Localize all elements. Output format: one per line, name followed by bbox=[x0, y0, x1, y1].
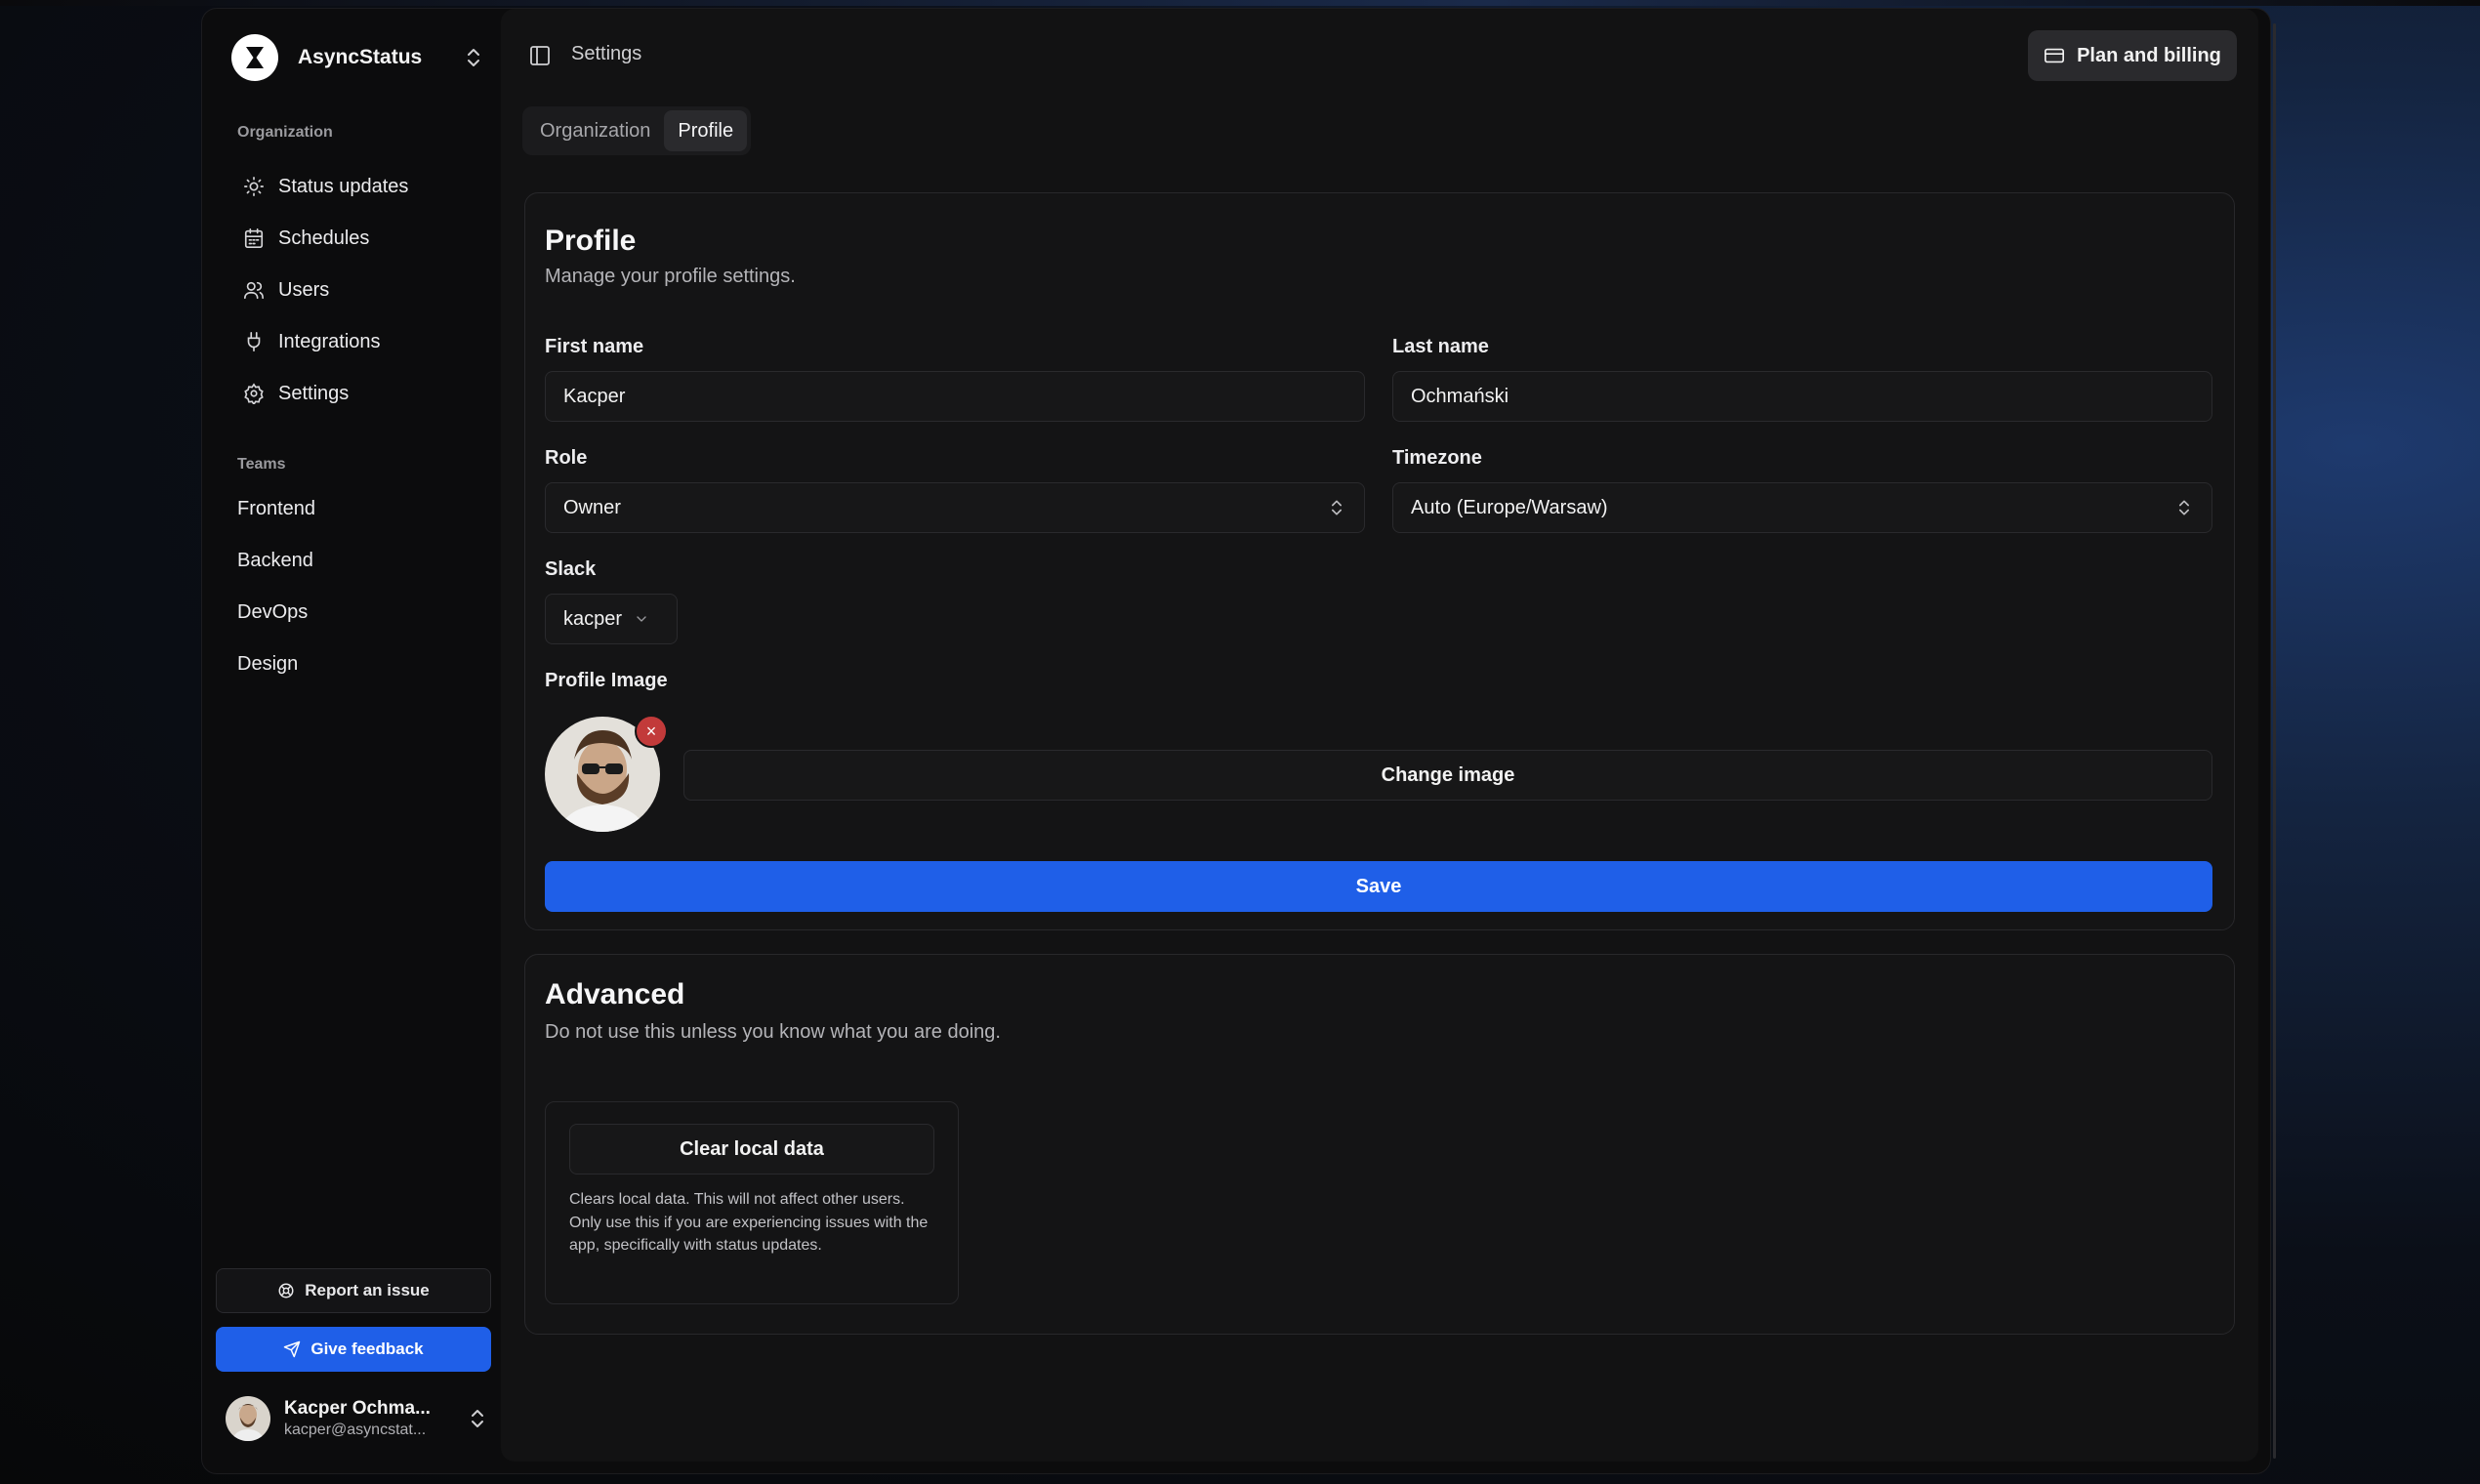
sidebar-item-label: Users bbox=[278, 278, 330, 301]
teams-heading: Teams bbox=[237, 456, 286, 473]
organization-heading: Organization bbox=[237, 124, 333, 141]
user-name: Kacper Ochma... bbox=[284, 1398, 431, 1419]
profile-card: Profile Manage your profile settings. Fi… bbox=[524, 192, 2235, 930]
user-email: kacper@asyncstat... bbox=[284, 1422, 427, 1438]
give-feedback-label: Give feedback bbox=[310, 1340, 424, 1358]
chevrons-up-down-icon bbox=[1332, 500, 1342, 515]
settings-tabs: Organization Profile bbox=[522, 106, 752, 155]
gear-icon bbox=[244, 383, 264, 404]
timezone-label: Timezone bbox=[1392, 447, 1482, 469]
change-image-button[interactable]: Change image bbox=[683, 750, 2212, 801]
sun-icon bbox=[244, 177, 264, 196]
chevrons-up-down-icon bbox=[468, 49, 479, 66]
hourglass-logo-icon bbox=[246, 47, 264, 68]
timezone-value: Auto (Europe/Warsaw) bbox=[1411, 496, 1608, 518]
org-switcher[interactable]: AsyncStatus bbox=[231, 32, 485, 83]
top-gradient-line bbox=[0, 0, 2480, 6]
sidebar-team-devops[interactable]: DevOps bbox=[237, 593, 308, 632]
plan-and-billing-button[interactable]: Plan and billing bbox=[2028, 30, 2237, 81]
profile-image-label: Profile Image bbox=[545, 670, 668, 691]
page-title: Settings bbox=[571, 43, 642, 64]
give-feedback-button[interactable]: Give feedback bbox=[216, 1327, 491, 1372]
plan-and-billing-label: Plan and billing bbox=[2077, 44, 2221, 66]
plug-icon bbox=[247, 332, 261, 351]
credit-card-icon bbox=[2045, 48, 2065, 63]
clear-local-data-description: Clears local data. This will not affect … bbox=[569, 1191, 929, 1254]
report-issue-button[interactable]: Report an issue bbox=[216, 1268, 491, 1313]
app-window: AsyncStatus Organization Status updates … bbox=[201, 8, 2271, 1474]
main-panel: Settings Plan and billing Organization P… bbox=[501, 9, 2258, 1462]
chevrons-up-down-icon bbox=[472, 1410, 483, 1427]
advanced-title: Advanced bbox=[545, 978, 685, 1010]
help-circle-icon bbox=[278, 1283, 294, 1298]
last-name-label: Last name bbox=[1392, 336, 1489, 357]
sidebar-item-settings[interactable]: Settings bbox=[231, 372, 487, 415]
sidebar-toggle-icon[interactable] bbox=[528, 44, 552, 67]
first-name-label: First name bbox=[545, 336, 644, 357]
role-label: Role bbox=[545, 447, 588, 469]
clear-local-data-button[interactable]: Clear local data bbox=[569, 1124, 934, 1175]
last-name-field[interactable]: Ochmański bbox=[1392, 371, 2212, 422]
sidebar-team-backend[interactable]: Backend bbox=[237, 541, 313, 580]
sidebar-item-status-updates[interactable]: Status updates bbox=[231, 165, 487, 208]
save-button[interactable]: Save bbox=[545, 861, 2212, 912]
report-issue-label: Report an issue bbox=[305, 1281, 430, 1299]
advanced-card: Advanced Do not use this unless you know… bbox=[524, 954, 2235, 1335]
advanced-description: Do not use this unless you know what you… bbox=[545, 1021, 1001, 1043]
profile-description: Manage your profile settings. bbox=[545, 266, 796, 287]
chevron-down-icon bbox=[637, 616, 646, 622]
timezone-select[interactable]: Auto (Europe/Warsaw) bbox=[1392, 482, 2212, 533]
sidebar-item-label: Status updates bbox=[278, 175, 409, 197]
sidebar-item-schedules[interactable]: Schedules bbox=[231, 217, 487, 260]
tab-organization[interactable]: Organization bbox=[526, 110, 664, 151]
sidebar-team-frontend[interactable]: Frontend bbox=[237, 489, 315, 528]
first-name-field[interactable]: Kacper bbox=[545, 371, 1365, 422]
sidebar-item-label: Integrations bbox=[278, 330, 381, 352]
chevrons-up-down-icon bbox=[2179, 500, 2189, 515]
clear-local-data-panel: Clear local data Clears local data. This… bbox=[545, 1101, 959, 1304]
sidebar: AsyncStatus Organization Status updates … bbox=[202, 9, 501, 1473]
tab-profile[interactable]: Profile bbox=[664, 110, 748, 151]
remove-image-button[interactable]: × bbox=[635, 715, 668, 748]
slack-label: Slack bbox=[545, 558, 597, 580]
user-menu[interactable]: Kacper Ochma... kacper@asyncstat... bbox=[226, 1391, 489, 1446]
close-icon: × bbox=[645, 721, 657, 741]
avatar bbox=[226, 1396, 270, 1441]
sidebar-item-label: Schedules bbox=[278, 227, 370, 249]
sidebar-item-label: Settings bbox=[278, 382, 350, 404]
slack-value: kacper bbox=[563, 607, 623, 630]
profile-title: Profile bbox=[545, 225, 637, 257]
sidebar-team-design[interactable]: Design bbox=[237, 644, 298, 683]
role-select[interactable]: Owner bbox=[545, 482, 1365, 533]
slack-select[interactable]: kacper bbox=[545, 594, 678, 644]
sidebar-item-integrations[interactable]: Integrations bbox=[231, 320, 487, 363]
calendar-icon bbox=[244, 228, 264, 248]
role-value: Owner bbox=[563, 496, 621, 518]
send-icon bbox=[284, 1340, 301, 1358]
org-name: AsyncStatus bbox=[298, 46, 423, 68]
users-icon bbox=[244, 281, 264, 300]
sidebar-item-users[interactable]: Users bbox=[231, 268, 487, 311]
window-edge bbox=[2273, 23, 2276, 1459]
org-logo bbox=[231, 34, 278, 81]
